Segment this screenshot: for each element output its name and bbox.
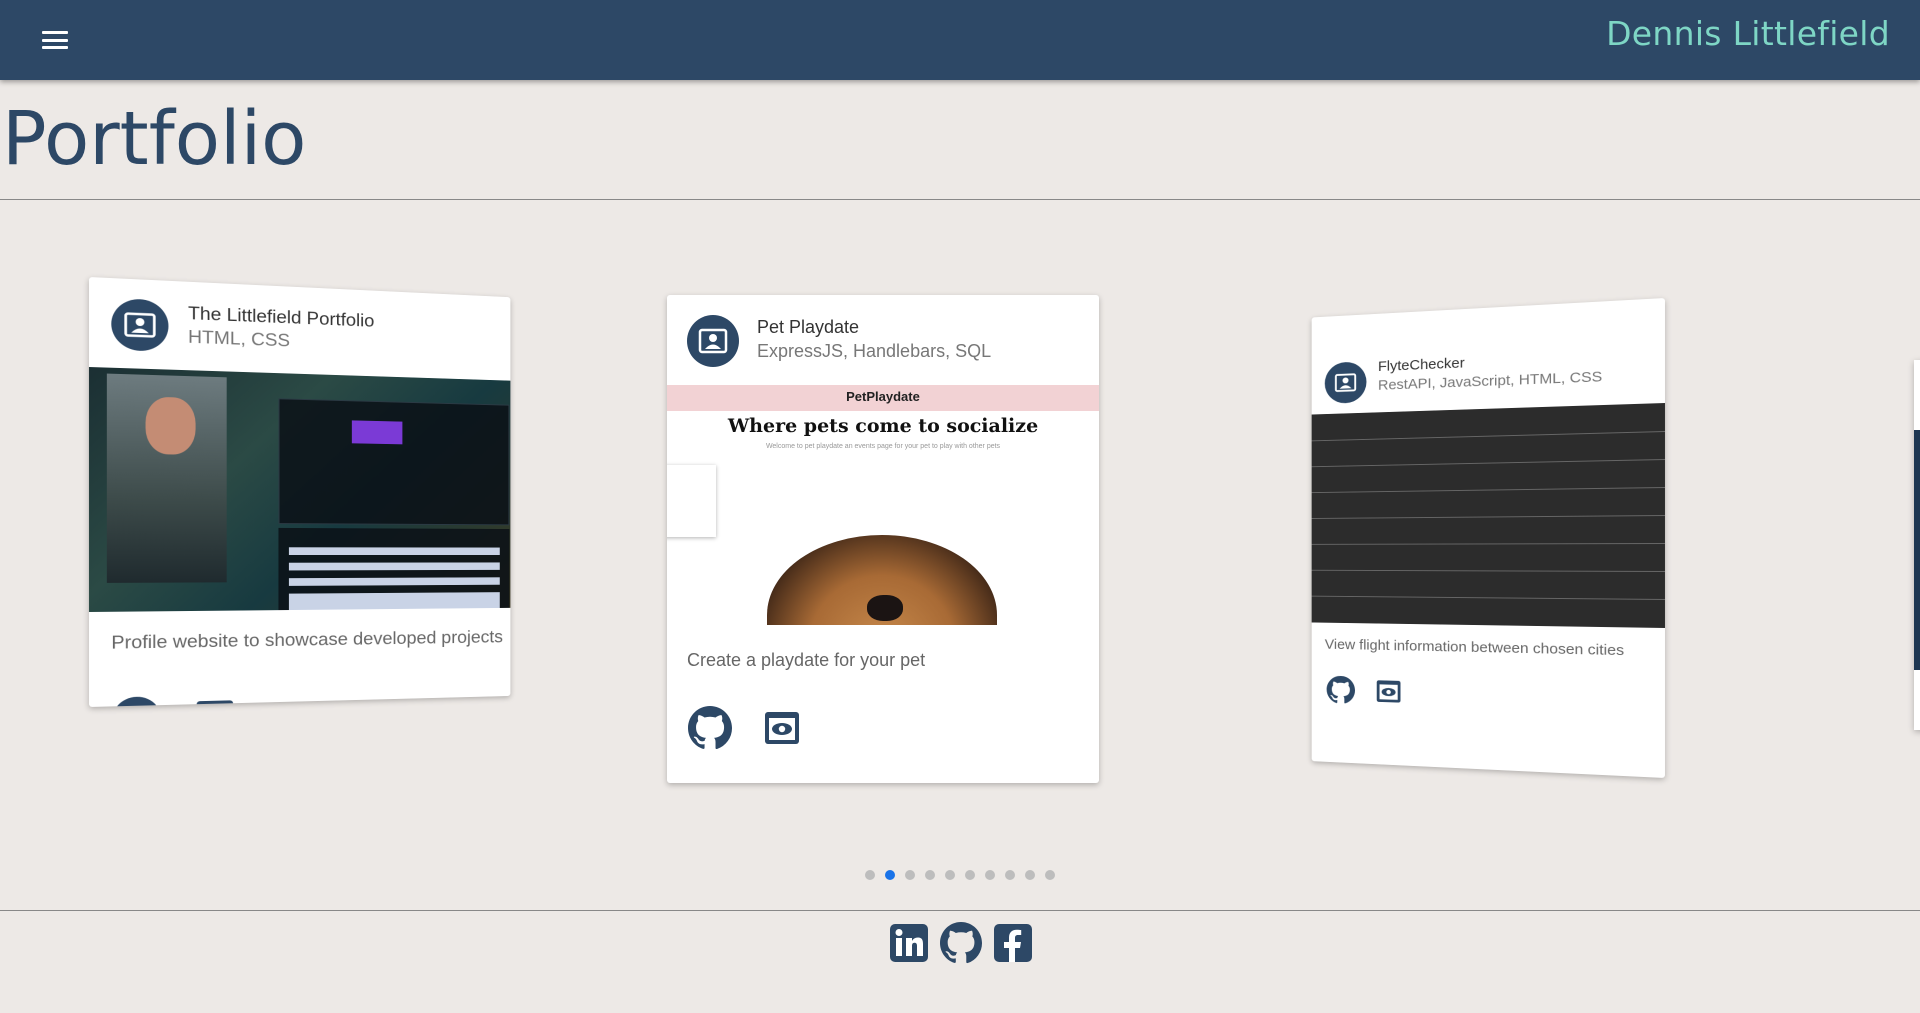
brand-name[interactable]: Dennis Littlefield xyxy=(1606,14,1890,53)
facebook-icon[interactable] xyxy=(992,922,1034,964)
screenshot-brand: PetPlaydate xyxy=(667,389,1099,404)
carousel-dot[interactable] xyxy=(945,870,955,880)
profile-avatar-icon xyxy=(111,298,168,352)
hamburger-menu-icon[interactable] xyxy=(40,28,70,52)
project-card-flytechecker[interactable]: FlyteChecker RestAPI, JavaScript, HTML, … xyxy=(1312,298,1665,778)
screenshot-headline: Where pets come to socialize xyxy=(667,415,1099,437)
card-header: Pet Playdate ExpressJS, Handlebars, SQL xyxy=(667,295,1099,385)
profile-avatar-icon xyxy=(687,315,739,367)
card-header: FlyteChecker RestAPI, JavaScript, HTML, … xyxy=(1312,298,1665,401)
carousel-dot[interactable] xyxy=(1005,870,1015,880)
carousel-dot[interactable] xyxy=(1025,870,1035,880)
preview-eye-icon[interactable] xyxy=(759,705,805,751)
card-title: Pet Playdate xyxy=(757,317,859,338)
carousel-dot-active[interactable] xyxy=(885,870,895,880)
page-title: Portfolio xyxy=(2,96,306,182)
github-icon[interactable] xyxy=(940,922,982,964)
github-icon[interactable] xyxy=(687,705,733,751)
project-screenshot: PetPlaydate Where pets come to socialize… xyxy=(667,385,1099,625)
top-navbar: Dennis Littlefield xyxy=(0,0,1920,80)
linkedin-icon[interactable] xyxy=(888,922,930,964)
project-card-littlefield-portfolio[interactable]: The Littlefield Portfolio HTML, CSS Prof… xyxy=(89,277,510,707)
card-description: Profile website to showcase developed pr… xyxy=(111,627,503,653)
carousel-pagination xyxy=(865,870,1055,880)
github-icon[interactable] xyxy=(111,695,162,707)
card-description: Create a playdate for your pet xyxy=(687,650,925,671)
project-carousel[interactable]: The Littlefield Portfolio HTML, CSS Prof… xyxy=(0,200,1920,910)
carousel-dot[interactable] xyxy=(1045,870,1055,880)
project-card-pet-playdate[interactable]: Pet Playdate ExpressJS, Handlebars, SQL … xyxy=(667,295,1099,783)
project-screenshot xyxy=(1312,403,1665,628)
card-actions xyxy=(111,693,239,707)
footer-divider xyxy=(0,910,1920,911)
card-description: View flight information between chosen c… xyxy=(1325,637,1624,659)
card-tech: HTML, CSS xyxy=(188,327,290,351)
card-title: FlyteChecker xyxy=(1378,355,1465,375)
next-card-edge[interactable] xyxy=(1914,360,1920,730)
github-icon[interactable] xyxy=(1325,674,1357,707)
project-screenshot xyxy=(89,367,510,612)
profile-avatar-icon xyxy=(1325,361,1367,404)
carousel-dot[interactable] xyxy=(965,870,975,880)
card-header: The Littlefield Portfolio HTML, CSS xyxy=(89,277,510,381)
preview-eye-icon[interactable] xyxy=(190,693,239,707)
card-actions xyxy=(687,705,805,751)
carousel-dot[interactable] xyxy=(925,870,935,880)
carousel-dot[interactable] xyxy=(985,870,995,880)
preview-eye-icon[interactable] xyxy=(1372,675,1405,708)
card-tech: ExpressJS, Handlebars, SQL xyxy=(757,341,991,362)
screenshot-tagline: Welcome to pet playdate an events page f… xyxy=(667,443,1099,450)
carousel-dot[interactable] xyxy=(865,870,875,880)
card-actions xyxy=(1325,674,1405,708)
footer-social-links xyxy=(888,922,1034,964)
carousel-dot[interactable] xyxy=(905,870,915,880)
